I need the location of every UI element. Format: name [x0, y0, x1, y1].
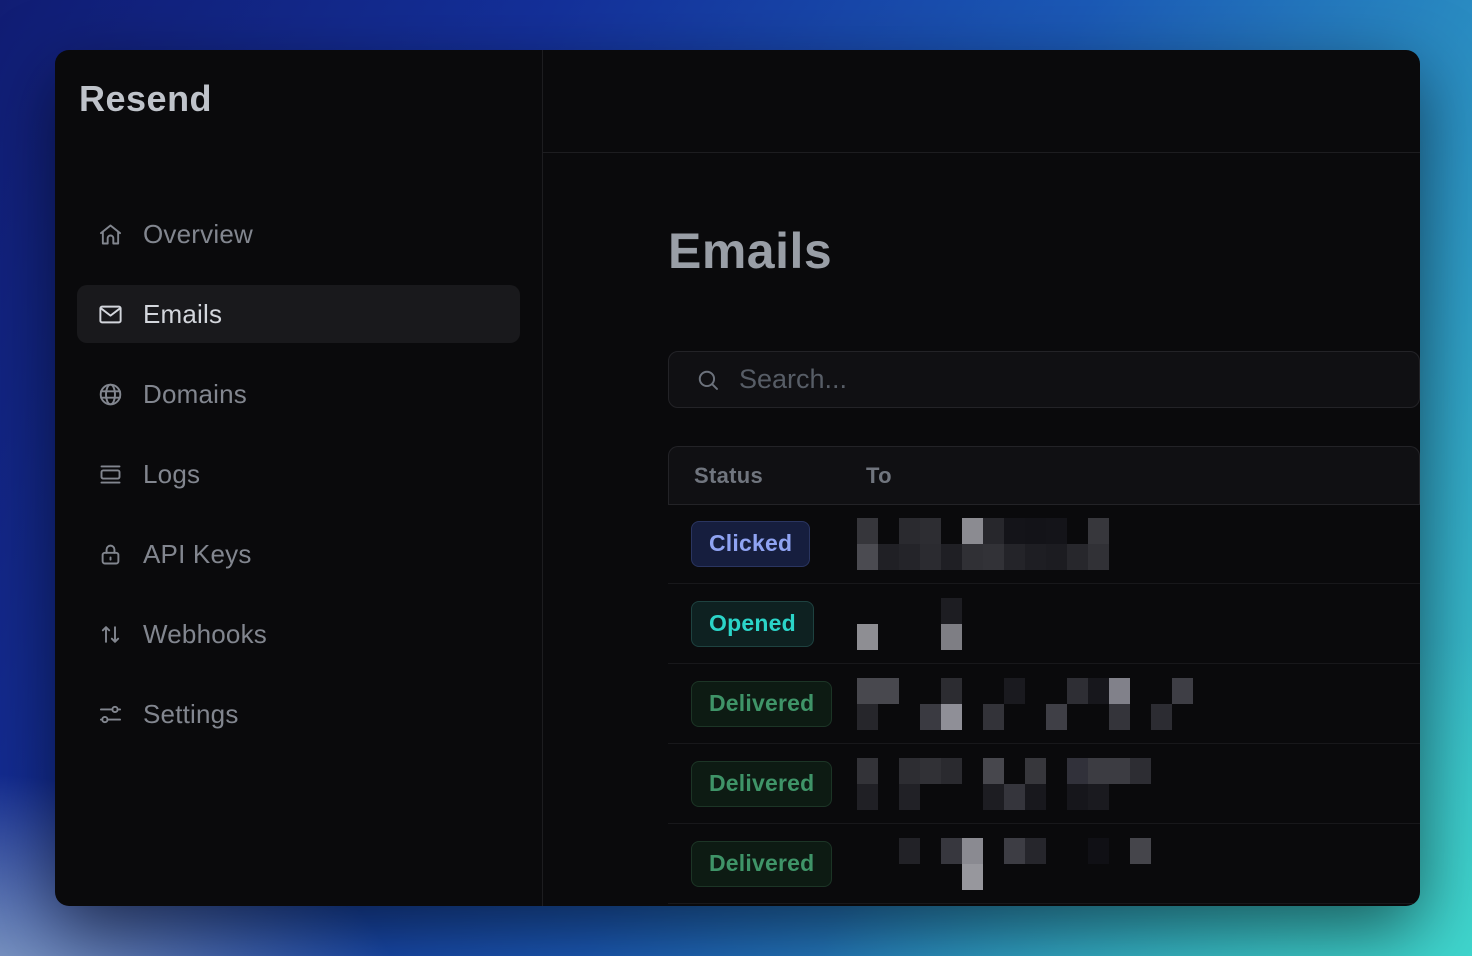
sidebar-item-label: Domains — [143, 379, 247, 410]
search-input[interactable] — [739, 364, 1399, 395]
status-cell: Clicked — [668, 521, 857, 567]
sidebar-item-api-keys[interactable]: API Keys — [77, 525, 520, 583]
sidebar-item-label: Overview — [143, 219, 253, 250]
table-row[interactable]: Clicked — [668, 504, 1420, 584]
search-icon — [695, 367, 721, 393]
column-header-to: To — [866, 463, 1419, 489]
status-cell: Delivered — [668, 681, 857, 727]
lock-icon — [97, 541, 124, 568]
status-badge: Delivered — [691, 681, 832, 727]
status-badge: Delivered — [691, 761, 832, 807]
table-row[interactable]: Delivered — [668, 824, 1420, 904]
sidebar-item-label: Settings — [143, 699, 239, 730]
sidebar-item-domains[interactable]: Domains — [77, 365, 520, 423]
sidebar-item-settings[interactable]: Settings — [77, 685, 520, 743]
status-cell: Delivered — [668, 841, 857, 887]
main-content: Emails Status To Clicked Opened Delivered D… — [543, 50, 1420, 906]
app-window: Resend Overview Emails Domains Logs API Keys… — [55, 50, 1420, 906]
redacted-recipient — [857, 838, 1151, 890]
table-row[interactable]: Delivered — [668, 664, 1420, 744]
sidebar-item-logs[interactable]: Logs — [77, 445, 520, 503]
status-badge: Delivered — [691, 841, 832, 887]
search-box[interactable] — [668, 351, 1420, 408]
sidebar-item-webhooks[interactable]: Webhooks — [77, 605, 520, 663]
recipient-cell — [857, 744, 1420, 824]
recipient-cell — [857, 504, 1420, 584]
emails-page: Emails Status To Clicked Opened Delivered D… — [543, 153, 1420, 906]
emails-table: Status To Clicked Opened Delivered Delivere… — [668, 446, 1420, 904]
page-title: Emails — [668, 223, 1420, 279]
sliders-icon — [97, 701, 124, 728]
table-row[interactable]: Delivered — [668, 744, 1420, 824]
recipient-cell — [857, 664, 1420, 744]
rows-icon — [97, 461, 124, 488]
sidebar: Resend Overview Emails Domains Logs API Keys… — [55, 50, 543, 906]
globe-icon — [97, 381, 124, 408]
redacted-recipient — [857, 678, 1193, 730]
column-header-status: Status — [669, 463, 866, 489]
sidebar-item-label: Emails — [143, 299, 222, 330]
recipient-cell — [857, 584, 1420, 664]
sidebar-nav: Overview Emails Domains Logs API Keys Webhook… — [77, 205, 520, 743]
sidebar-item-label: Logs — [143, 459, 200, 490]
table-body: Clicked Opened Delivered Delivered Delivered — [668, 504, 1420, 904]
sidebar-item-overview[interactable]: Overview — [77, 205, 520, 263]
status-cell: Delivered — [668, 761, 857, 807]
table-row[interactable]: Opened — [668, 584, 1420, 664]
home-icon — [97, 221, 124, 248]
status-badge: Opened — [691, 601, 814, 647]
sidebar-item-label: Webhooks — [143, 619, 267, 650]
redacted-recipient — [857, 518, 1109, 570]
redacted-recipient — [857, 758, 1151, 810]
sidebar-item-label: API Keys — [143, 539, 252, 570]
status-badge: Clicked — [691, 521, 810, 567]
main-topbar — [543, 50, 1420, 153]
redacted-recipient — [857, 598, 962, 650]
sidebar-item-emails[interactable]: Emails — [77, 285, 520, 343]
brand-logo: Resend — [77, 78, 520, 120]
recipient-cell — [857, 824, 1420, 904]
status-cell: Opened — [668, 601, 857, 647]
arrow-up-down-icon — [97, 621, 124, 648]
mail-icon — [97, 301, 124, 328]
table-header: Status To — [668, 446, 1420, 504]
